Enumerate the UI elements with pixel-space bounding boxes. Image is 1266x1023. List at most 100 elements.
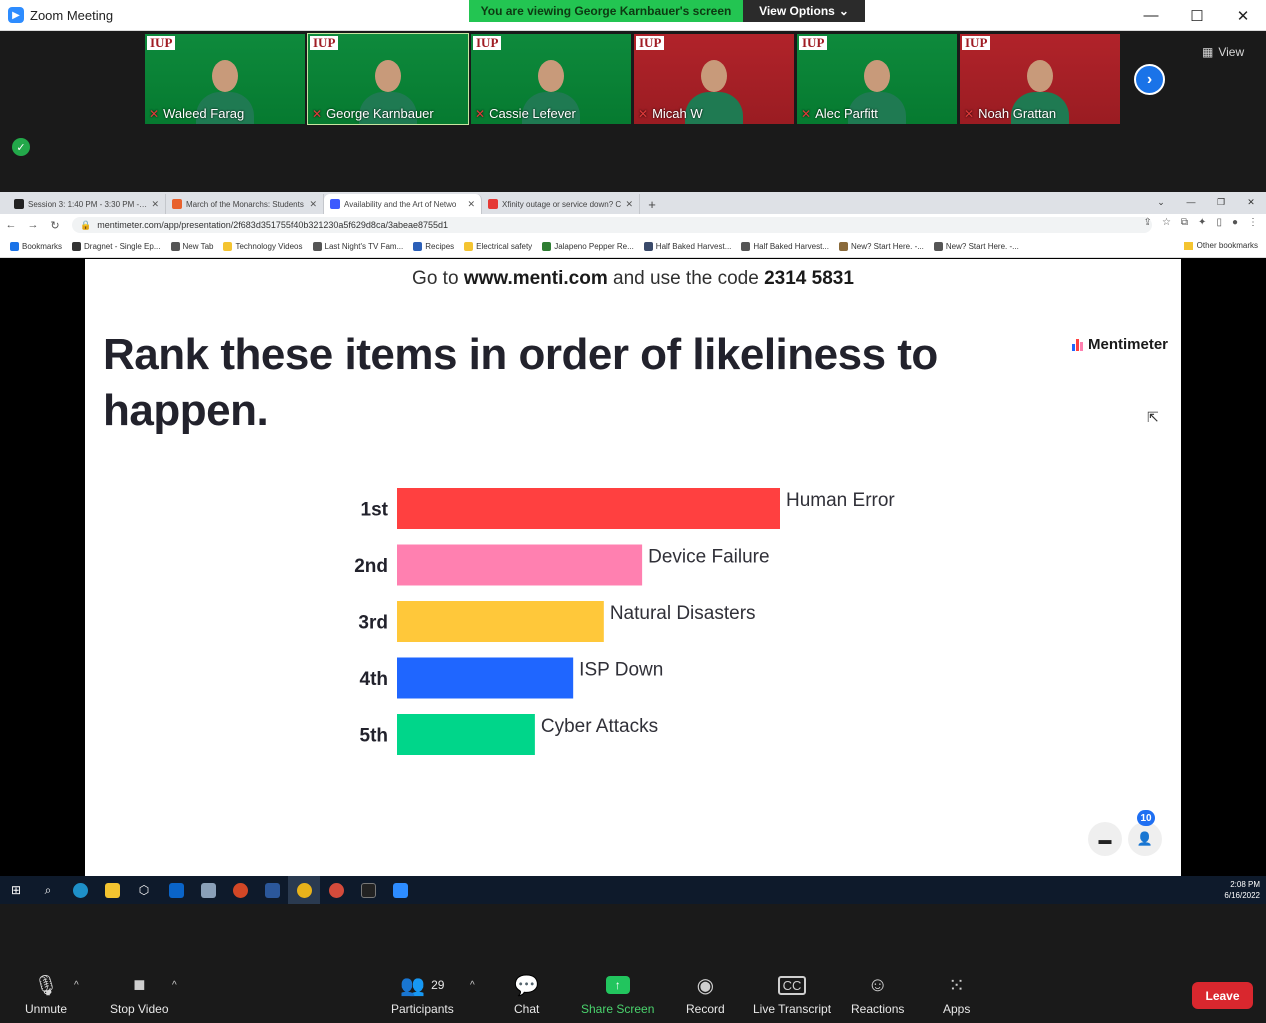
share-screen-button[interactable]: ↑ Share Screen	[581, 972, 654, 1020]
bookmark-item[interactable]: Bookmarks	[10, 242, 62, 251]
rank-bar	[397, 544, 643, 586]
back-icon[interactable]: ←	[0, 219, 22, 231]
app-cube-icon[interactable]: ⬡	[128, 876, 160, 904]
bookmark-item[interactable]: Dragnet - Single Ep...	[72, 242, 161, 251]
tab-close-icon[interactable]: ✕	[625, 199, 633, 210]
bookmark-item[interactable]: New? Start Here. -...	[838, 242, 924, 251]
video-options-caret-icon[interactable]: ^	[172, 980, 177, 991]
profile-avatar-icon[interactable]: ●	[1232, 217, 1238, 228]
participant-tile[interactable]: IUP ✕ George Karnbauer	[307, 33, 469, 125]
app-cloud-icon[interactable]	[192, 876, 224, 904]
chrome-profile-icon[interactable]	[320, 876, 352, 904]
bookmark-item[interactable]: Recipes	[413, 242, 454, 251]
browser-tab[interactable]: March of the Monarchs: Students ✕	[166, 194, 324, 214]
sidepanel-icon[interactable]: ▯	[1216, 217, 1222, 228]
bookmark-label: New Tab	[182, 242, 214, 251]
edge-icon[interactable]	[64, 876, 96, 904]
bookmark-item[interactable]: Electrical safety	[464, 242, 532, 251]
minimize-button[interactable]: —	[1128, 0, 1174, 31]
windows-start-icon[interactable]: ⊞	[0, 876, 32, 904]
word-icon[interactable]	[256, 876, 288, 904]
kebab-menu-icon[interactable]: ⋮	[1248, 217, 1258, 228]
bookmark-item[interactable]: New? Start Here. -...	[933, 242, 1019, 251]
tab-close-icon[interactable]: ✕	[151, 199, 159, 210]
participant-tile[interactable]: IUP ✕ Waleed Farag	[145, 34, 305, 124]
leave-button[interactable]: Leave	[1192, 982, 1253, 1009]
chrome-icon[interactable]	[288, 876, 320, 904]
reload-icon[interactable]: ↻	[44, 219, 66, 232]
bookmark-item[interactable]: Half Baked Harvest...	[741, 242, 829, 251]
participant-tile[interactable]: IUP ✕ Cassie Lefever	[471, 34, 631, 124]
browser-toolbar-icons: ⇪ ☆ ⧉ ✦ ▯ ● ⋮	[1144, 217, 1258, 228]
live-transcript-button[interactable]: CC Live Transcript	[753, 972, 831, 1020]
apps-button[interactable]: ⁙ Apps	[943, 972, 970, 1020]
url-field[interactable]: 🔒 mentimeter.com/app/presentation/2f683d…	[72, 217, 1152, 233]
bookmark-favicon-icon	[223, 242, 233, 251]
browser-tab[interactable]: Xfinity outage or service down? C ✕	[482, 194, 640, 214]
tab-close-icon[interactable]: ✕	[309, 199, 317, 210]
puzzle-icon[interactable]: ✦	[1198, 217, 1206, 228]
tab-label: March of the Monarchs: Students	[186, 199, 304, 209]
bookmark-favicon-icon	[933, 242, 943, 251]
view-button[interactable]: ▦ View	[1202, 41, 1258, 63]
browser-tab[interactable]: Session 3: 1:40 PM - 3:30 PM - M ✕	[8, 194, 166, 214]
bookmark-item[interactable]: New Tab	[170, 242, 214, 251]
rank-bar	[397, 714, 535, 755]
unmute-button[interactable]: 🎙 Unmute	[25, 972, 67, 1020]
outlook-icon[interactable]	[160, 876, 192, 904]
browser-tab-search-icon[interactable]: ⌄	[1146, 192, 1176, 212]
terminal-icon[interactable]	[352, 876, 384, 904]
browser-tab[interactable]: Availability and the Art of Netwo ✕	[324, 194, 482, 214]
reactions-label: Reactions	[851, 1002, 905, 1016]
extension-icon[interactable]: ⧉	[1181, 217, 1188, 228]
record-button[interactable]: ◉ Record	[686, 972, 725, 1020]
participant-name-tag: ✕ Noah Grattan	[964, 105, 1056, 122]
participant-tile[interactable]: IUP ✕ Micah W	[634, 34, 794, 124]
participant-tile[interactable]: IUP ✕ Noah Grattan	[960, 34, 1120, 124]
participants-button[interactable]: 👥 29 Participants	[391, 972, 454, 1020]
audio-options-caret-icon[interactable]: ^	[74, 980, 79, 991]
participants-caret-icon[interactable]: ^	[470, 980, 475, 991]
chat-button[interactable]: 💬 Chat	[514, 972, 539, 1020]
next-page-arrow-icon[interactable]: ›	[1134, 64, 1165, 95]
security-shield-icon[interactable]: ✓	[12, 138, 30, 156]
participant-name-tag: ✕ Alec Parfitt	[801, 105, 878, 122]
microphone-muted-icon: 🎙	[33, 974, 59, 997]
bookmark-star-icon[interactable]: ☆	[1162, 217, 1171, 228]
zoom-taskbar-icon[interactable]	[384, 876, 416, 904]
bookmark-item[interactable]: Technology Videos	[223, 242, 303, 251]
powerpoint-icon[interactable]	[224, 876, 256, 904]
comments-icon[interactable]: ▬	[1088, 822, 1122, 856]
bookmark-label: Bookmarks	[22, 242, 63, 251]
participants-person-icon[interactable]: 👤	[1128, 822, 1162, 856]
participant-name-tag: ✕ Waleed Farag	[149, 105, 244, 122]
rank-label: 1st	[361, 500, 389, 521]
browser-restore-icon[interactable]: ❐	[1206, 192, 1236, 212]
browser-minimize-icon[interactable]: —	[1176, 192, 1206, 212]
new-tab-button[interactable]: +	[640, 194, 664, 214]
participant-tile[interactable]: IUP ✕ Alec Parfitt	[797, 34, 957, 124]
ranking-chart: 1st Human Error 2nd Device Failure 3rd Natura…	[354, 488, 895, 755]
muted-mic-icon: ✕	[638, 106, 649, 121]
tab-close-icon[interactable]: ✕	[467, 199, 475, 210]
file-explorer-icon[interactable]	[96, 876, 128, 904]
browser-close-icon[interactable]: ✕	[1236, 192, 1266, 212]
close-button[interactable]: ✕	[1220, 0, 1266, 31]
bookmark-label: Electrical safety	[476, 242, 533, 251]
browser-tab-strip: Session 3: 1:40 PM - 3:30 PM - M ✕ March o…	[0, 192, 1266, 214]
bookmark-item[interactable]: Jalapeno Pepper Re...	[542, 242, 634, 251]
muted-mic-icon: ✕	[312, 106, 323, 121]
share-icon[interactable]: ⇪	[1144, 217, 1152, 228]
bookmark-item[interactable]: Last Night's TV Fam...	[312, 242, 403, 251]
grid-icon: ▦	[1202, 45, 1214, 59]
search-icon[interactable]: ⌕	[32, 876, 64, 904]
view-options-button[interactable]: View Options ⌄	[743, 0, 865, 22]
stop-video-button[interactable]: ■ Stop Video	[110, 972, 169, 1020]
tab-label: Session 3: 1:40 PM - 3:30 PM - M	[28, 199, 148, 209]
reactions-button[interactable]: ☺ Reactions	[851, 972, 904, 1020]
participants-count: 29	[431, 978, 445, 992]
other-bookmarks-folder[interactable]: Other bookmarks	[1183, 241, 1258, 250]
maximize-button[interactable]: ☐	[1174, 0, 1220, 31]
forward-icon[interactable]: →	[22, 219, 44, 231]
bookmark-item[interactable]: Half Baked Harvest...	[643, 242, 731, 251]
